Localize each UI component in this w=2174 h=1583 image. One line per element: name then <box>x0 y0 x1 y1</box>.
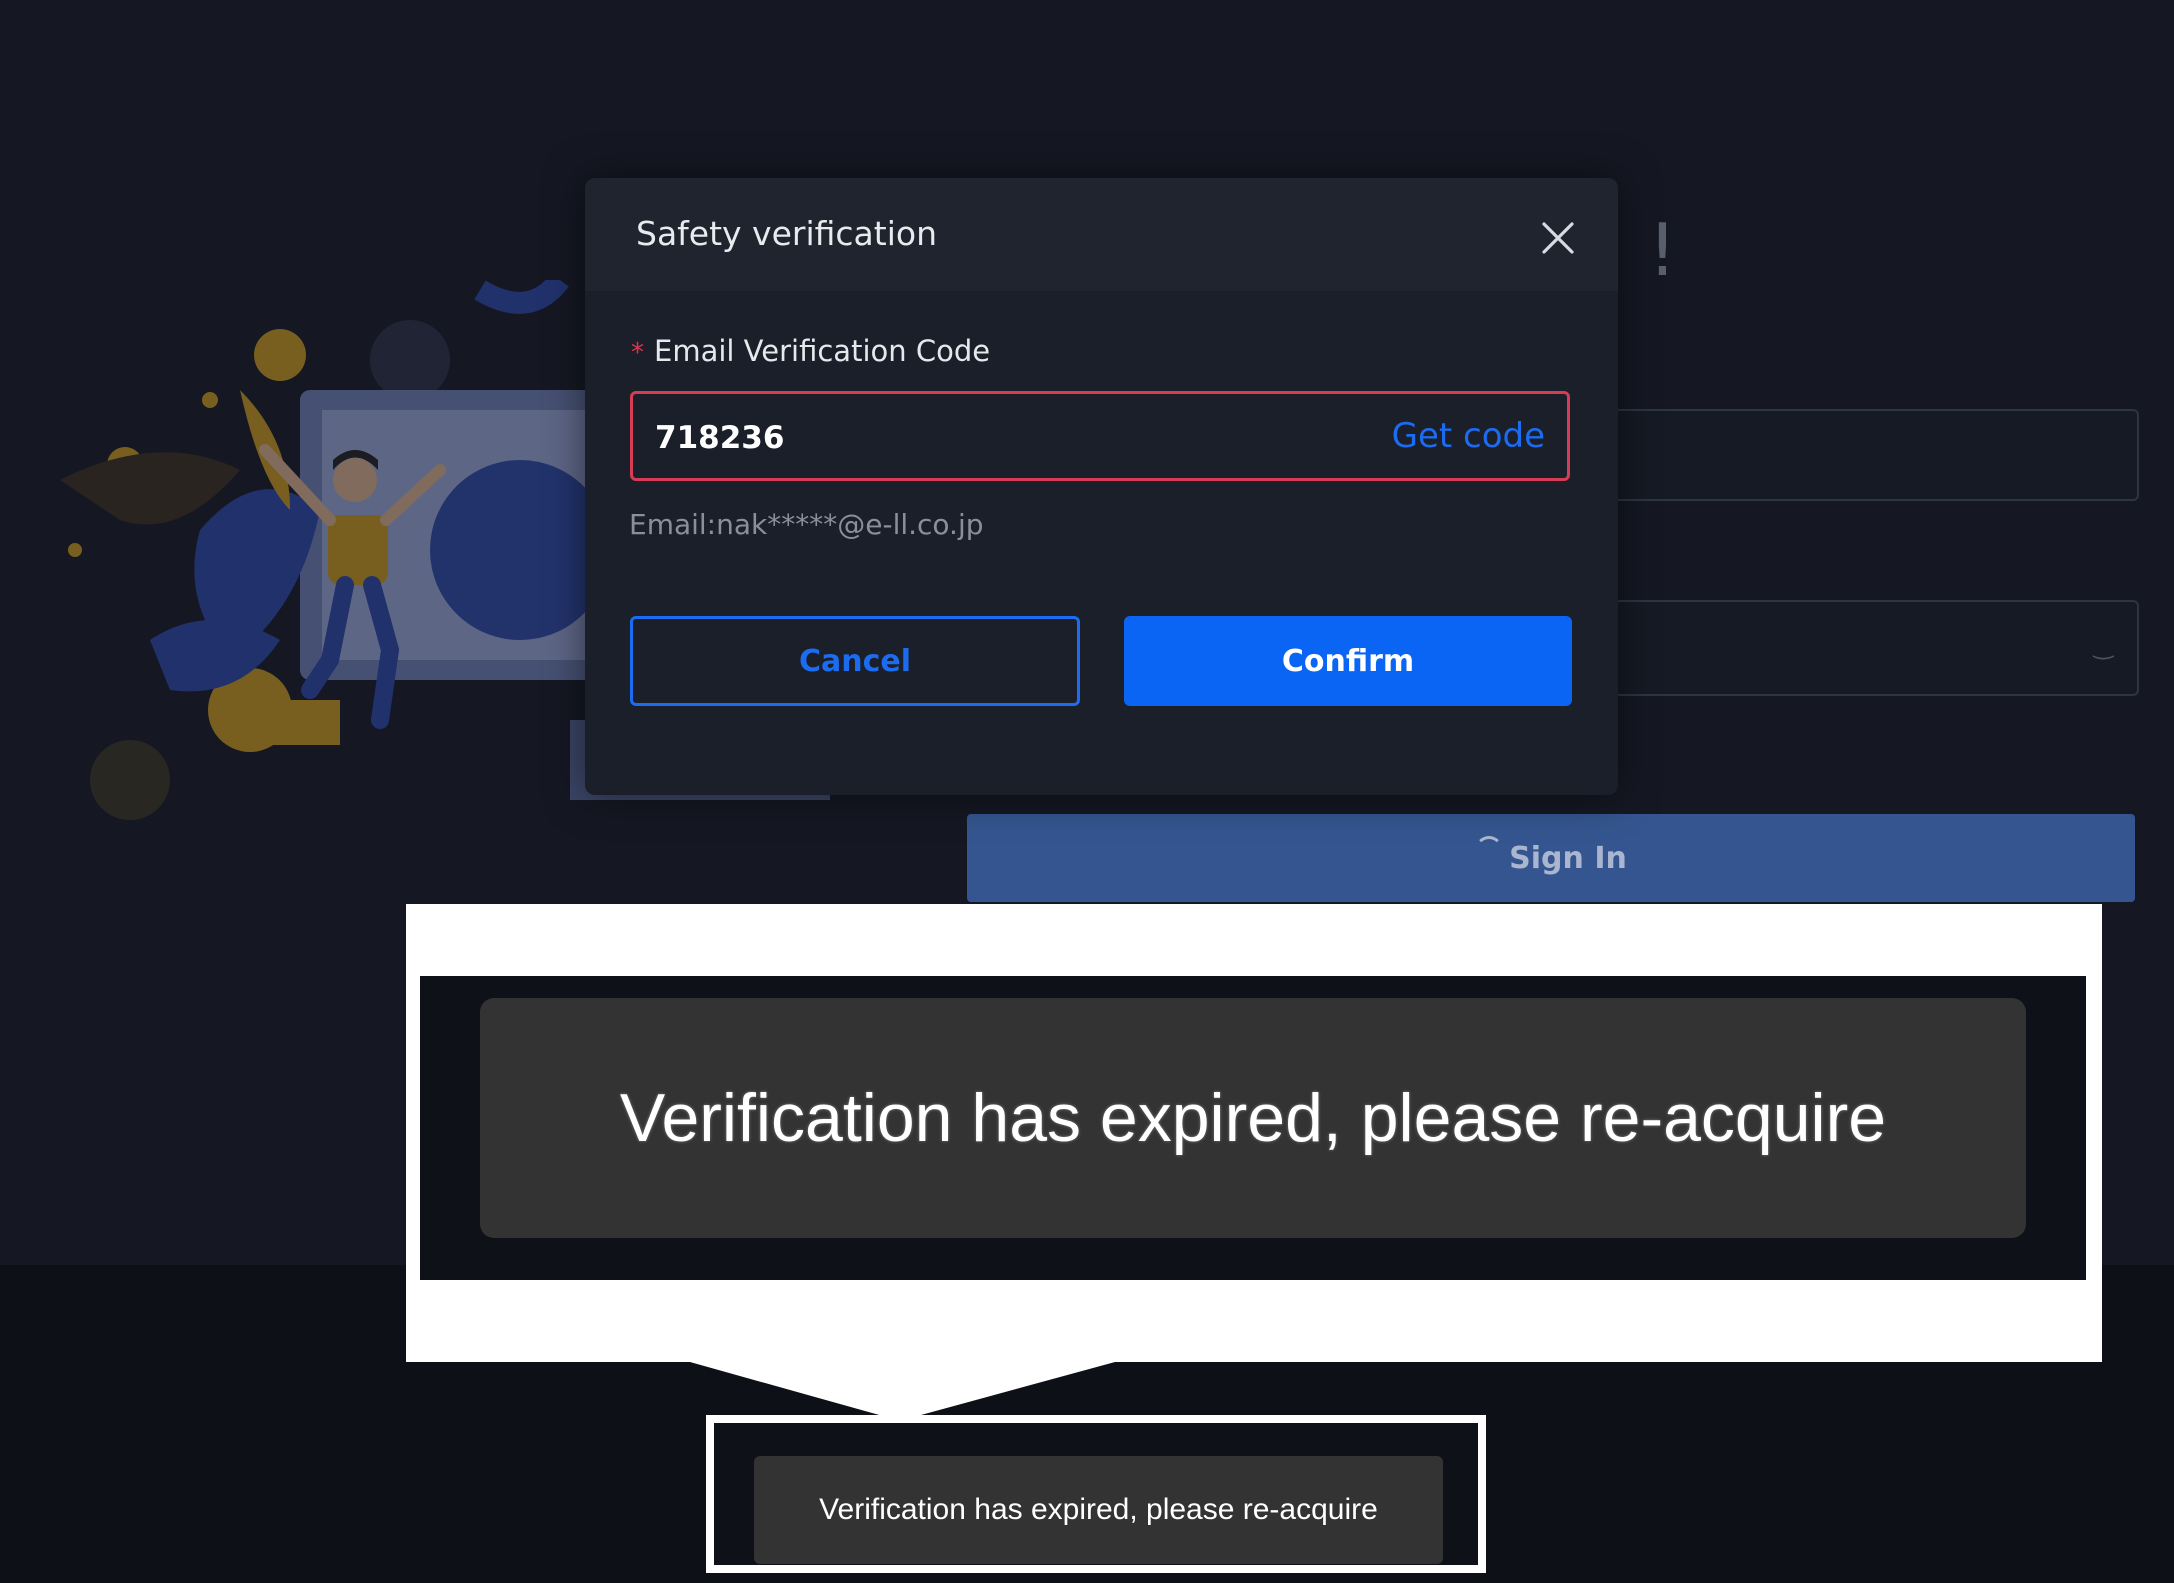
zoom-callout-pointer <box>690 1362 1115 1418</box>
toast-message: Verification has expired, please re-acqu… <box>754 1456 1443 1564</box>
toast-highlight-frame: Verification has expired, please re-acqu… <box>706 1415 1486 1573</box>
